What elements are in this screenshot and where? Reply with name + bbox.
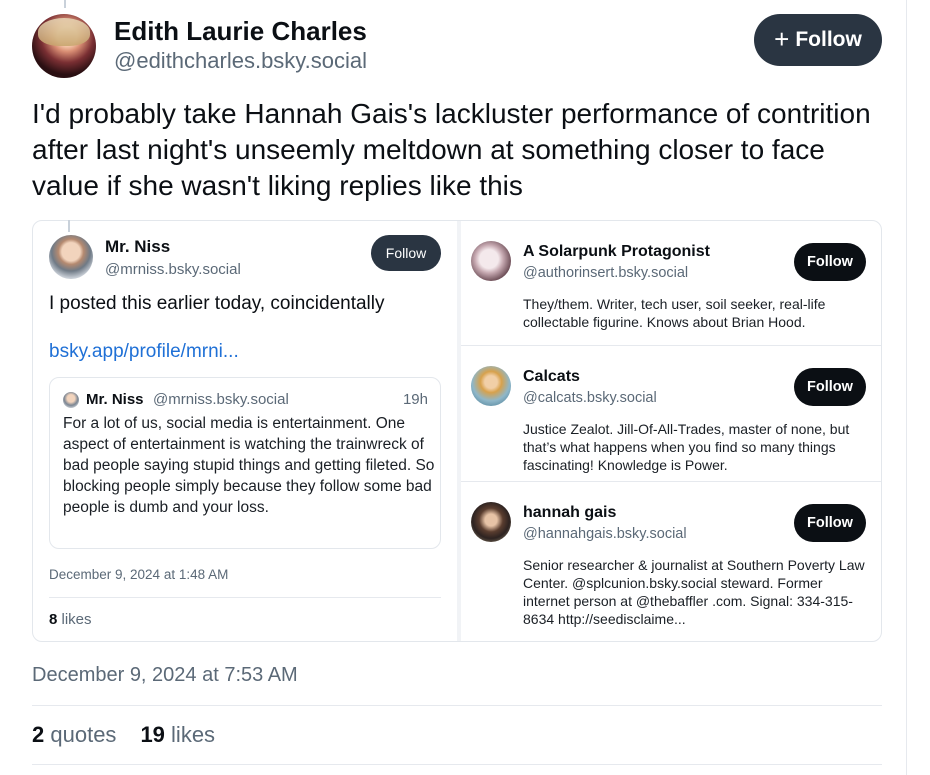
author-display-name[interactable]: Edith Laurie Charles: [114, 16, 367, 47]
quoted-author-avatar: [63, 392, 79, 408]
embedded-likes-count: 8: [49, 611, 58, 628]
user-bio: They/them. Writer, tech user, soil seeke…: [523, 296, 826, 330]
post-timestamp[interactable]: December 9, 2024 at 7:53 AM: [32, 664, 298, 687]
embedded-author-handle: @mrniss.bsky.social: [105, 261, 241, 278]
embedded-follow-button: Follow: [371, 235, 441, 271]
user-avatar: [471, 366, 511, 406]
user-name: hannah gais: [523, 504, 617, 521]
embedded-post-text: I posted this earlier today, coincidenta…: [49, 293, 385, 314]
author-handle[interactable]: @edithcharles.bsky.social: [114, 48, 367, 74]
list-item: hannah gais @hannahgais.bsky.social Foll…: [461, 481, 881, 633]
embed-thread-connector: [68, 220, 70, 232]
follow-button[interactable]: + Follow: [754, 14, 882, 66]
author-avatar[interactable]: [32, 14, 96, 78]
user-handle: @hannahgais.bsky.social: [523, 526, 687, 542]
divider: [32, 705, 882, 706]
user-handle: @authorinsert.bsky.social: [523, 265, 689, 281]
list-item: Calcats @calcats.bsky.social Follow Just…: [461, 345, 881, 481]
embedded-likes-stat: 8 likes: [49, 611, 92, 628]
quoted-post-time: 19h: [402, 391, 428, 408]
embedded-author-name: Mr. Niss: [105, 237, 171, 256]
user-handle: @calcats.bsky.social: [523, 390, 657, 406]
quoted-post: Mr. Niss @mrniss.bsky.social 19h For a l…: [49, 377, 441, 549]
quotes-count: 2: [32, 722, 45, 747]
post-text: I'd probably take Hannah Gais's lacklust…: [32, 98, 871, 201]
quotes-label: quotes: [50, 722, 117, 747]
embedded-likes-label: likes: [61, 611, 92, 628]
embedded-post-date: December 9, 2024 at 1:48 AM: [49, 567, 229, 582]
user-name: Calcats: [523, 368, 580, 385]
thread-connector-line: [64, 0, 66, 8]
user-name: A Solarpunk Protagonist: [523, 243, 710, 260]
embedded-post-link: bsky.app/profile/mrni...: [49, 341, 239, 362]
quotes-stat[interactable]: 2 quotes: [32, 722, 116, 748]
column-border: [906, 0, 907, 775]
user-bio: Justice Zealot. Jill-Of-All-Trades, mast…: [523, 421, 850, 473]
user-avatar: [471, 241, 511, 281]
follow-button-label: Follow: [795, 28, 862, 51]
list-item: A Solarpunk Protagonist @authorinsert.bs…: [461, 221, 881, 345]
quoted-author-handle: @mrniss.bsky.social: [153, 391, 289, 408]
embedded-divider: [49, 597, 441, 598]
user-follow-button: Follow: [794, 504, 866, 542]
embedded-author-avatar: [49, 235, 93, 279]
embedded-post-screenshot: Mr. Niss @mrniss.bsky.social Follow I po…: [33, 221, 457, 641]
post-stats: 2 quotes 19 likes: [32, 722, 215, 748]
likes-label: likes: [171, 722, 216, 747]
user-bio: Senior researcher & journalist at Southe…: [523, 557, 865, 627]
user-follow-button: Follow: [794, 243, 866, 281]
user-avatar: [471, 502, 511, 542]
likes-count: 19: [140, 722, 165, 747]
liked-by-list: A Solarpunk Protagonist @authorinsert.bs…: [461, 221, 881, 641]
likes-stat[interactable]: 19 likes: [140, 722, 215, 748]
quoted-post-text: For a lot of us, social media is enterta…: [63, 415, 435, 516]
quoted-author-name: Mr. Niss: [86, 391, 144, 408]
divider: [32, 764, 882, 765]
user-follow-button: Follow: [794, 368, 866, 406]
embedded-image[interactable]: Mr. Niss @mrniss.bsky.social Follow I po…: [32, 220, 882, 642]
plus-icon: +: [774, 24, 790, 54]
